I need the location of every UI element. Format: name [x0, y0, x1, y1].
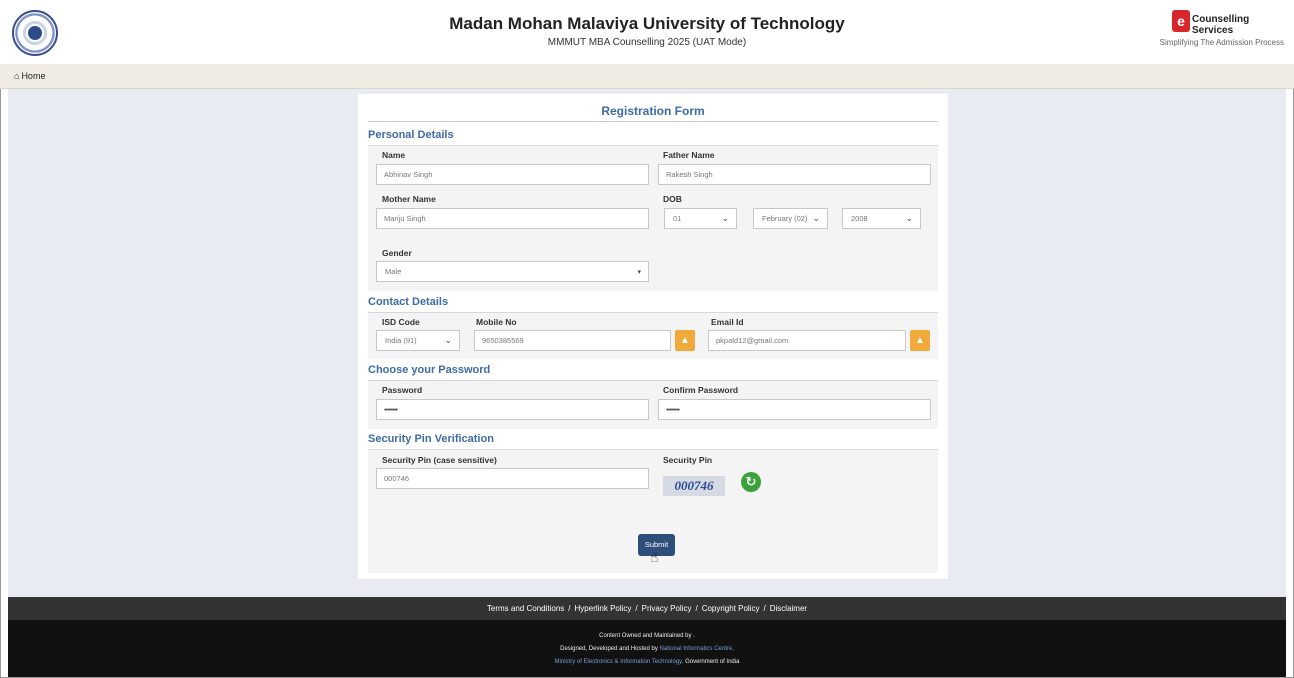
confirm-password-label: Confirm Password	[663, 385, 739, 395]
chevron-down-icon: ⌄	[721, 213, 729, 223]
dob-year-value: 2008	[851, 214, 868, 223]
footer-owned-text: Content Owned and Maintained by .	[599, 633, 695, 639]
form-title: Registration Form	[601, 104, 705, 118]
footer-link-privacy[interactable]: Privacy Policy	[642, 604, 692, 613]
hand-cursor-icon: ☝	[650, 549, 659, 565]
password-field[interactable]: ••••••••	[376, 399, 649, 420]
footer-government-text: Government of India	[685, 659, 740, 665]
mother-name-label: Mother Name	[382, 194, 436, 204]
footer-link-disclaimer[interactable]: Disclaimer	[770, 604, 807, 613]
counselling-services-logo: e Counselling Services Simplifying The A…	[1158, 10, 1284, 56]
dob-month-select[interactable]: February (02) ⌄	[753, 208, 828, 229]
section-title-security: Security Pin Verification	[368, 433, 494, 445]
footer-ministry-line: Ministry of Electronics & Information Te…	[8, 659, 1286, 665]
gender-select[interactable]: Male ▾	[376, 261, 649, 282]
section-title-personal: Personal Details	[368, 129, 454, 141]
footer-designed-text: Designed, Developed and Hosted by	[560, 646, 658, 652]
dob-year-select[interactable]: 2008 ⌄	[842, 208, 921, 229]
nav-home-label: Home	[21, 71, 46, 81]
mobile-warning-icon[interactable]: ▲	[675, 330, 695, 351]
isd-code-label: ISD Code	[382, 317, 420, 327]
footer-links: Terms and Conditions / Hyperlink Policy / Pr…	[8, 597, 1286, 620]
university-title: Madan Mohan Malaviya University of Techn…	[449, 14, 845, 33]
footer-nic-link[interactable]: National Informatics Centre,	[660, 646, 734, 652]
father-name-field[interactable]: Rakesh Singh	[658, 164, 931, 185]
name-label: Name	[382, 150, 406, 160]
footer-link-copyright[interactable]: Copyright Policy	[702, 604, 760, 613]
gender-value: Male	[385, 267, 402, 276]
brand-icon: e	[1172, 10, 1190, 32]
chevron-down-icon: ⌄	[812, 213, 820, 223]
chevron-down-icon: ⌄	[905, 213, 913, 223]
registration-form: Registration Form Personal Details Name …	[358, 94, 948, 579]
mobile-label: Mobile No	[476, 317, 517, 327]
divider	[368, 121, 938, 122]
section-title-contact: Contact Details	[368, 296, 449, 308]
father-name-label: Father Name	[663, 150, 715, 160]
email-label: Email Id	[711, 317, 744, 327]
email-field[interactable]: pkpald12@gmail.com	[708, 330, 906, 351]
name-field[interactable]: Abhinav Singh	[376, 164, 649, 185]
confirm-password-field[interactable]: ••••••••	[658, 399, 931, 420]
captcha-label: Security Pin	[663, 455, 713, 465]
counselling-subtitle: MMMUT MBA Counselling 2025 (UAT Mode)	[547, 37, 747, 48]
section-title-password: Choose your Password	[368, 364, 491, 376]
nav-home-link[interactable]: ⌂ Home	[14, 71, 45, 81]
footer-ministry-link[interactable]: Ministry of Electronics & Information Te…	[555, 659, 684, 665]
mobile-field[interactable]: 9650385569	[474, 330, 671, 351]
gender-label: Gender	[382, 248, 412, 258]
isd-code-value: India (91)	[385, 336, 417, 345]
footer-link-hyperlink[interactable]: Hyperlink Policy	[575, 604, 632, 613]
captcha-image: 000746	[663, 476, 725, 496]
brand-name: Counselling Services	[1192, 14, 1250, 36]
dob-day-select[interactable]: 01 ⌄	[664, 208, 737, 229]
footer-designed-line: Designed, Developed and Hosted by Nation…	[8, 646, 1286, 652]
password-label: Password	[382, 385, 423, 395]
email-warning-icon[interactable]: ▲	[910, 330, 930, 351]
footer-bottom: Content Owned and Maintained by . Design…	[8, 620, 1286, 677]
chevron-down-icon: ⌄	[444, 335, 452, 345]
footer-link-terms[interactable]: Terms and Conditions	[487, 604, 564, 613]
isd-code-select[interactable]: India (91) ⌄	[376, 330, 460, 351]
header: Madan Mohan Malaviya University of Techn…	[0, 0, 1294, 64]
dob-month-value: February (02)	[762, 214, 808, 223]
dob-label: DOB	[663, 194, 682, 204]
brand-tagline: Simplifying The Admission Process	[1159, 38, 1284, 47]
home-icon: ⌂	[14, 71, 20, 81]
refresh-captcha-icon[interactable]: ↻	[741, 472, 761, 492]
security-pin-label: Security Pin (case sensitive)	[382, 455, 497, 465]
caret-down-icon: ▾	[637, 269, 641, 276]
mother-name-field[interactable]: Manju Singh	[376, 208, 649, 229]
security-pin-field[interactable]: 000746	[376, 468, 649, 489]
main-content: Registration Form Personal Details Name …	[8, 89, 1286, 597]
navbar: ⌂ Home	[0, 64, 1294, 89]
dob-day-value: 01	[673, 214, 682, 223]
